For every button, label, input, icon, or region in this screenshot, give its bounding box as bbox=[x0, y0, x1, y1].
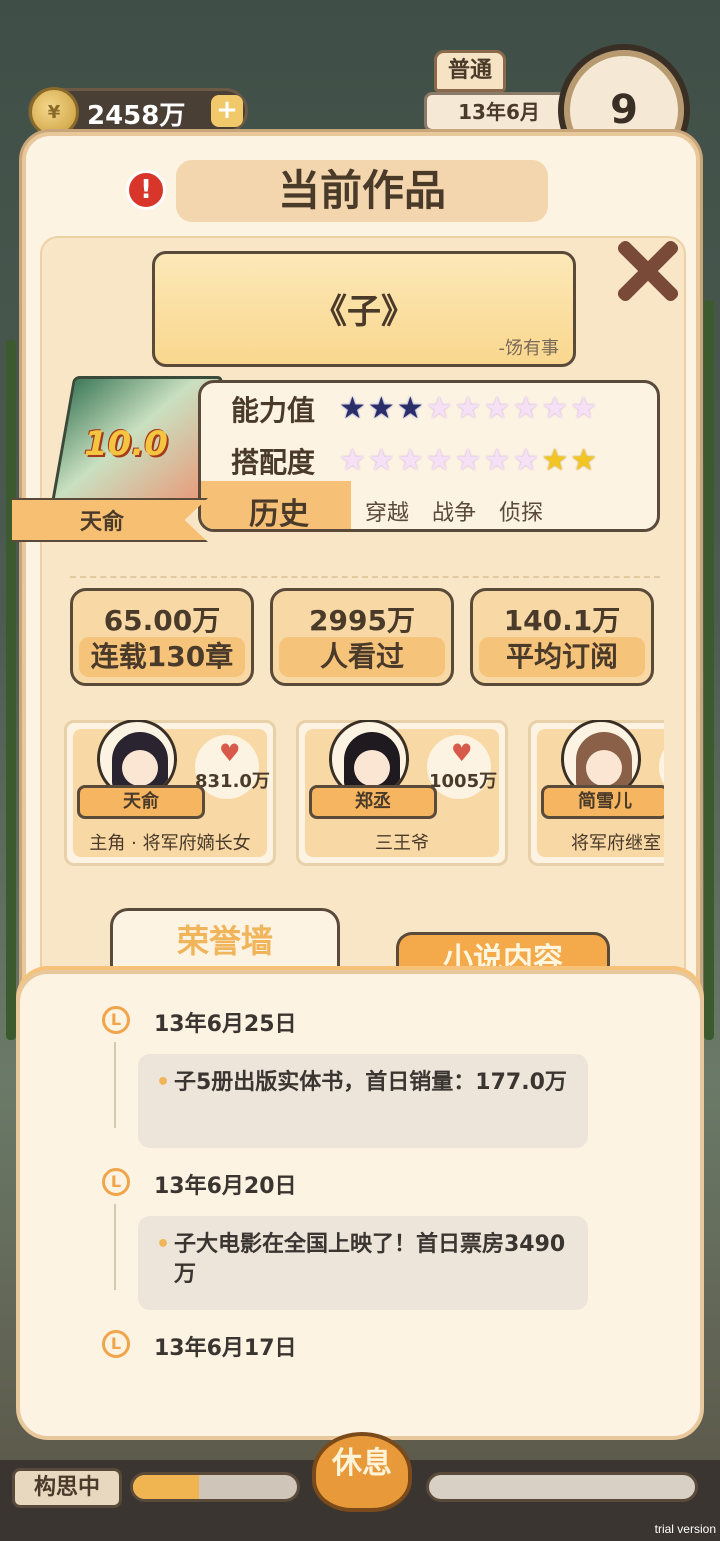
character-name: 天俞 bbox=[77, 785, 205, 819]
avatar-face bbox=[122, 750, 158, 786]
metric-label: 人看过 bbox=[279, 637, 445, 677]
star-icon: ★ bbox=[454, 391, 482, 426]
genre-tag: 战争 bbox=[432, 501, 477, 526]
thinking-progress-bar bbox=[130, 1472, 300, 1502]
timeline-date: 13年6月25日 bbox=[154, 1012, 297, 1037]
secondary-progress-bar bbox=[426, 1472, 698, 1502]
star-icon: ★ bbox=[541, 391, 569, 426]
star-icon: ★ bbox=[339, 443, 366, 478]
character-name: 郑丞 bbox=[309, 785, 437, 819]
heart-icon: ♥ bbox=[451, 739, 473, 767]
ability-row: 能力值 ★ ★ ★ ★ ★ ★ ★ ★ ★ bbox=[231, 389, 597, 429]
metric-readers: 2995万 人看过 bbox=[270, 588, 454, 686]
metric-value: 2995万 bbox=[309, 604, 415, 637]
avatar-face bbox=[586, 750, 622, 786]
lead-name: 天俞 bbox=[80, 510, 125, 535]
character-name: 简雪儿 bbox=[541, 785, 664, 819]
metric-subscriptions: 140.1万 平均订阅 bbox=[470, 588, 654, 686]
timeline-date: 13年6月17日 bbox=[154, 1336, 297, 1361]
honor-timeline[interactable]: L 13年6月25日 • 子5册出版实体书，首日销量：177.0万 L 13年6… bbox=[16, 970, 704, 1440]
timeline-line bbox=[114, 1042, 116, 1128]
genre-tags: 穿越 战争 侦探 bbox=[365, 495, 553, 527]
book-author: -饧有事 bbox=[498, 338, 560, 359]
coin-icon: ¥ bbox=[29, 87, 79, 137]
star-icon: ★ bbox=[570, 443, 598, 478]
star-icon: ★ bbox=[483, 443, 511, 478]
timeline-text: 子大电影在全国上映了！首日票房3490万 bbox=[174, 1232, 566, 1287]
character-card[interactable]: ♥ 831.0万 天俞 主角 · 将军府嫡长女 bbox=[64, 720, 276, 866]
clock-icon: L bbox=[102, 1006, 130, 1034]
timeline-text: 子5册出版实体书，首日销量：177.0万 bbox=[174, 1070, 567, 1095]
panel-title: 当前作品 bbox=[277, 166, 446, 215]
metric-value: 140.1万 bbox=[503, 604, 621, 637]
close-icon[interactable] bbox=[614, 236, 680, 302]
metric-chapters: 65.00万 连载130章 bbox=[70, 588, 254, 686]
ability-label: 能力值 bbox=[231, 394, 316, 427]
character-role: 主角 · 将军府嫡长女 bbox=[89, 833, 251, 854]
character-list[interactable]: ♥ 831.0万 天俞 主角 · 将军府嫡长女 ♥ 1005万 郑丞 三王爷 简… bbox=[64, 720, 664, 870]
match-row: 搭配度 ★ ★ ★ ★ ★ ★ ★ ★ ★ bbox=[231, 441, 597, 481]
character-card[interactable]: ♥ 简雪儿 将军府继室 bbox=[528, 720, 664, 866]
bullet-icon: • bbox=[156, 1232, 171, 1257]
book-title-box: 《子》 -饧有事 bbox=[152, 251, 576, 367]
timeline-date: 13年6月20日 bbox=[154, 1174, 297, 1199]
star-icon: ★ bbox=[512, 391, 540, 426]
genre-tag: 穿越 bbox=[365, 501, 410, 526]
bamboo-left bbox=[6, 340, 16, 1040]
thinking-status: 构思中 bbox=[12, 1468, 122, 1508]
star-icon: ★ bbox=[367, 443, 395, 478]
timeline-line bbox=[114, 1204, 116, 1290]
mode-tag[interactable]: 普通 bbox=[434, 50, 506, 92]
book-stats-box: 能力值 ★ ★ ★ ★ ★ ★ ★ ★ ★ 搭配度 ★ ★ ★ ★ ★ ★ ★ ★ ★ 历史 穿越 战争 侦探 bbox=[198, 380, 660, 532]
clock-icon: L bbox=[102, 1330, 130, 1358]
star-icon: ★ bbox=[541, 443, 569, 478]
date-tag: 13年6月 bbox=[424, 92, 574, 132]
ability-stars: ★ ★ ★ ★ ★ ★ ★ ★ ★ bbox=[339, 394, 597, 424]
star-icon: ★ bbox=[512, 443, 540, 478]
star-icon: ★ bbox=[454, 443, 482, 478]
match-stars: ★ ★ ★ ★ ★ ★ ★ ★ ★ bbox=[339, 446, 597, 476]
metric-label: 平均订阅 bbox=[479, 637, 645, 677]
bamboo-right bbox=[704, 300, 714, 1040]
likes-count: 831.0万 bbox=[195, 771, 270, 792]
coin-bar: ¥ 2458万 + bbox=[28, 87, 248, 137]
book-score: 10.0 bbox=[84, 424, 168, 464]
star-icon: ★ bbox=[570, 391, 598, 426]
genre-tag: 侦探 bbox=[499, 501, 544, 526]
trial-watermark: trial version bbox=[654, 1522, 716, 1536]
likes-count: 1005万 bbox=[429, 771, 498, 792]
timeline-entry: • 子大电影在全国上映了！首日票房3490万 bbox=[138, 1216, 588, 1310]
thinking-progress-fill bbox=[133, 1475, 199, 1499]
bullet-icon: • bbox=[156, 1070, 171, 1095]
star-icon: ★ bbox=[396, 391, 424, 426]
book-title: 《子》 bbox=[313, 292, 415, 332]
match-label: 搭配度 bbox=[231, 446, 316, 479]
metric-label: 连载130章 bbox=[79, 637, 245, 677]
rest-button[interactable]: 休息 bbox=[312, 1432, 412, 1512]
metric-value: 65.00万 bbox=[103, 604, 221, 637]
divider bbox=[70, 576, 660, 578]
add-coin-button[interactable]: + bbox=[211, 95, 243, 127]
star-icon: ★ bbox=[425, 443, 453, 478]
character-card[interactable]: ♥ 1005万 郑丞 三王爷 bbox=[296, 720, 508, 866]
heart-icon: ♥ bbox=[219, 739, 241, 767]
star-icon: ★ bbox=[425, 391, 453, 426]
coin-value: 2458万 bbox=[87, 101, 186, 131]
character-role: 将军府继室 bbox=[571, 833, 661, 854]
star-icon: ★ bbox=[483, 391, 511, 426]
character-role: 三王爷 bbox=[375, 833, 429, 854]
avatar-face bbox=[354, 750, 390, 786]
star-icon: ★ bbox=[339, 391, 366, 426]
alert-icon[interactable]: ! bbox=[126, 170, 166, 210]
star-icon: ★ bbox=[396, 443, 424, 478]
star-icon: ★ bbox=[367, 391, 395, 426]
genre-main: 历史 bbox=[249, 497, 309, 532]
clock-icon: L bbox=[102, 1168, 130, 1196]
timeline-entry: • 子5册出版实体书，首日销量：177.0万 bbox=[138, 1054, 588, 1148]
